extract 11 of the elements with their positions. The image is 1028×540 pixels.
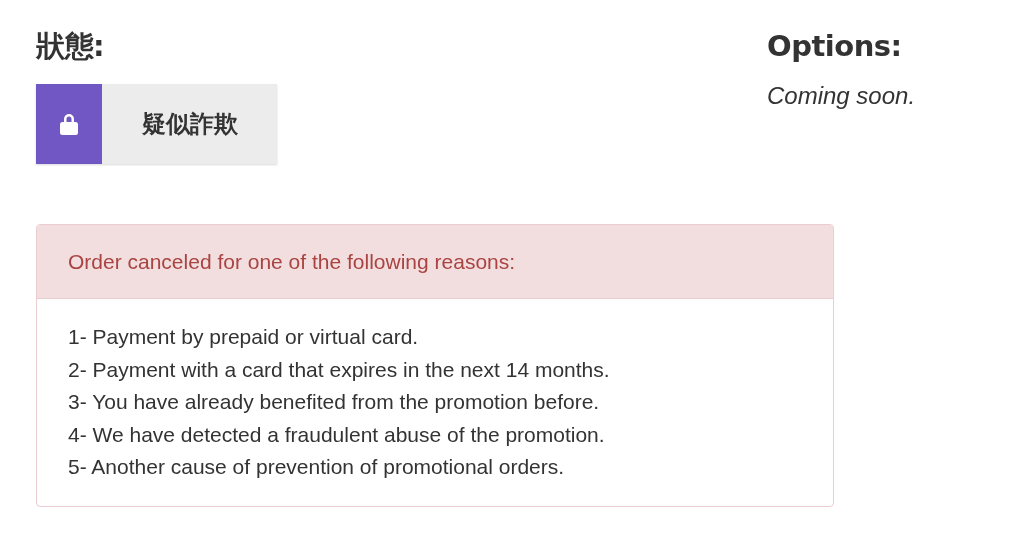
reason-line: 4- We have detected a fraudulent abuse of the promotion.	[68, 421, 606, 448]
reason-line: 1- Payment by prepaid or virtual card.	[68, 324, 420, 350]
status-label: 疑似詐欺	[140, 109, 239, 140]
reason-line: 5- Another cause of prevention of promotional orders.	[68, 454, 566, 480]
reason-line: 2- Payment with a card that expires in the next 14 months.	[68, 356, 611, 383]
reason-line: 3- You have already benefited from the promotion before.	[68, 389, 601, 415]
lock-icon	[36, 84, 102, 164]
alert-title: Order canceled for one of the following reasons:	[68, 249, 516, 274]
options-heading: Options:	[767, 28, 902, 65]
options-note: Coming soon.	[767, 82, 916, 110]
status-heading: 狀態:	[36, 28, 105, 65]
